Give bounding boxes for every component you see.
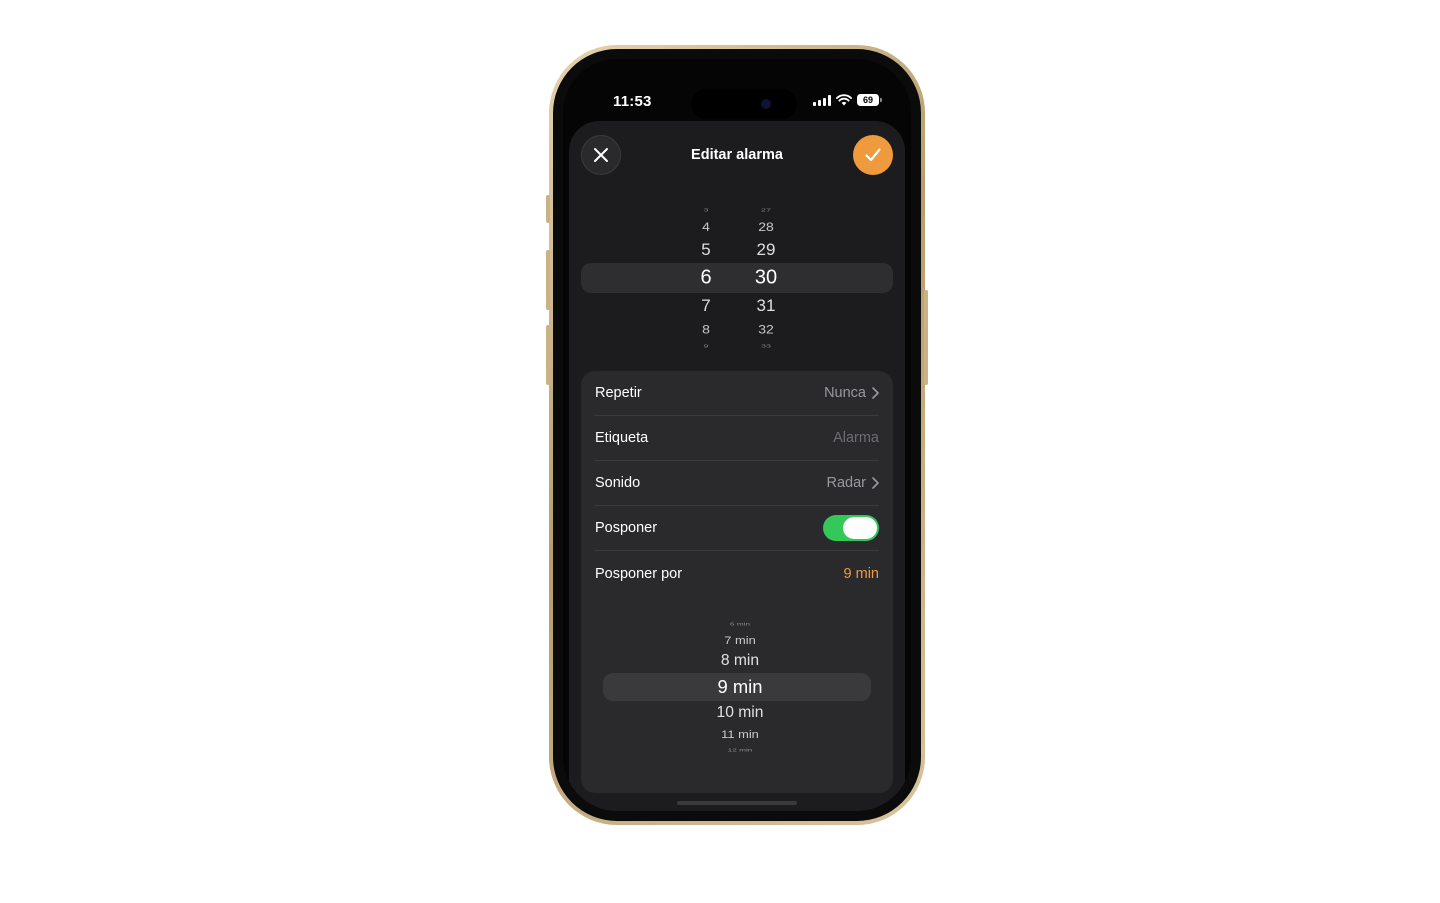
chevron-right-icon [872, 387, 879, 399]
sound-row[interactable]: Sonido Radar [595, 461, 879, 506]
snooze-option[interactable]: 8 min [721, 652, 759, 670]
power-button [924, 290, 928, 385]
action-button [546, 195, 550, 223]
screen: 11:53 69 Editar alarma 3 4 5 6 7 8 9 27 … [563, 59, 911, 811]
snooze-row: Posponer [595, 506, 879, 551]
hour-option[interactable]: 9 [703, 343, 708, 349]
volume-up-button [546, 250, 550, 310]
hour-option[interactable]: 6 [700, 267, 711, 290]
label-label: Etiqueta [595, 430, 649, 446]
sound-value: Radar [826, 475, 867, 491]
dynamic-island [691, 89, 797, 119]
hour-option[interactable]: 7 [701, 296, 710, 316]
minute-option[interactable]: 32 [758, 322, 774, 336]
snooze-toggle[interactable] [823, 515, 879, 541]
snooze-option[interactable]: 6 min [730, 622, 750, 627]
edit-alarm-sheet: Editar alarma 3456789 27 28 29 30 31 32 33 Rep… [569, 121, 905, 811]
toggle-knob [843, 517, 877, 539]
time-picker[interactable]: 3 4 5 6 7 8 9 27 28 29 30 31 32 33 [581, 201, 893, 361]
minute-option[interactable]: 33 [761, 343, 771, 349]
home-indicator [677, 801, 797, 805]
phone-bezel: 11:53 69 Editar alarma 3 4 5 6 7 8 9 27 … [553, 49, 921, 821]
snooze-option[interactable]: 11 min [721, 728, 759, 741]
battery-icon: 69 [857, 94, 882, 106]
hour-option[interactable]: 8 [702, 322, 710, 336]
status-icons: 69 [813, 94, 882, 106]
camera-icon [761, 99, 771, 109]
sound-label: Sonido [595, 475, 641, 491]
hour-option[interactable]: 3 [703, 207, 708, 213]
minute-option[interactable]: 29 [757, 240, 776, 260]
snooze-option[interactable]: 9 min [718, 676, 763, 698]
wifi-icon [836, 94, 852, 106]
snooze-for-value: 9 min [843, 565, 879, 582]
repeat-label: Repetir [595, 385, 642, 401]
hour-option[interactable]: 5 [701, 240, 710, 260]
cellular-signal-icon [813, 94, 831, 106]
hour-option[interactable]: 4 [702, 220, 710, 234]
repeat-value: Nunca [824, 385, 866, 401]
status-bar: 11:53 69 [563, 87, 911, 119]
repeat-row[interactable]: Repetir Nunca [595, 371, 879, 416]
label-row[interactable]: Etiqueta Alarma [595, 416, 879, 461]
checkmark-icon [865, 148, 881, 162]
volume-down-button [546, 325, 550, 385]
snooze-label: Posponer [595, 520, 658, 536]
minute-option[interactable]: 31 [757, 296, 776, 316]
snooze-option[interactable]: 7 min [724, 634, 755, 647]
done-button[interactable] [853, 135, 893, 175]
minute-option[interactable]: 30 [755, 267, 777, 290]
chevron-right-icon [872, 477, 879, 489]
snooze-for-row[interactable]: Posponer por 9 min [595, 551, 879, 596]
minute-option[interactable]: 28 [758, 220, 774, 234]
time-picker-selection [581, 263, 893, 293]
phone-frame: 11:53 69 Editar alarma 3 4 5 6 7 8 9 27 … [546, 45, 928, 825]
battery-level: 69 [862, 95, 873, 105]
snooze-duration-picker[interactable]: 6 min 7 min 8 min 9 min 10 min 11 min 12 min [581, 611, 893, 771]
label-input[interactable]: Alarma [833, 430, 879, 446]
snooze-option[interactable]: 10 min [717, 704, 764, 722]
status-time: 11:53 [613, 93, 652, 110]
minute-option[interactable]: 27 [761, 207, 771, 213]
snooze-for-label: Posponer por [595, 565, 683, 582]
settings-card: Repetir Nunca Etiqueta Alarma Sonido Rad… [581, 371, 893, 793]
snooze-option[interactable]: 12 min [728, 747, 753, 752]
